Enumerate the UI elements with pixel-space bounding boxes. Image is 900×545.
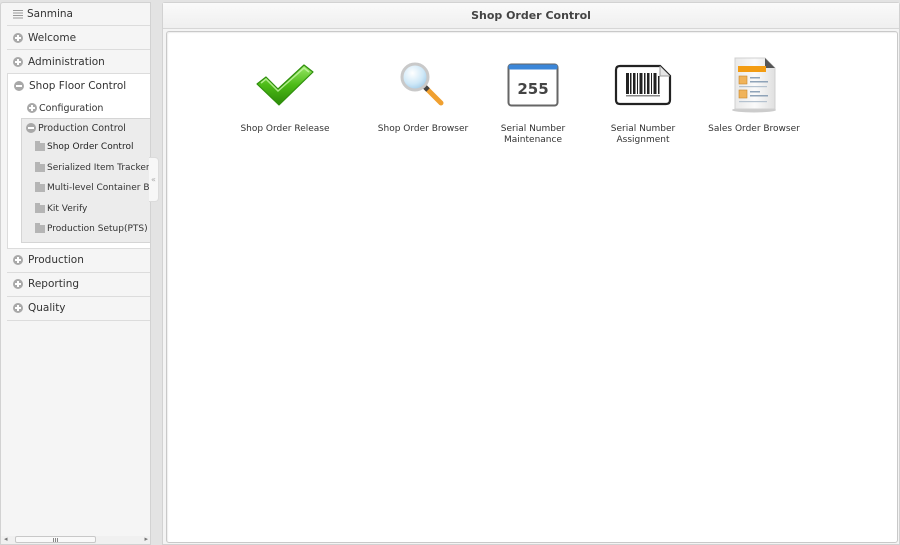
tile-serial-number-maintenance[interactable]: 255 Serial Number Maintenance xyxy=(478,54,588,146)
plus-circle-icon xyxy=(13,32,23,43)
sidebar-collapse-handle[interactable]: « xyxy=(149,157,159,202)
tile-label: Sales Order Browser xyxy=(708,124,800,134)
sidebar-leaf-label: Serialized Item Tracker xyxy=(47,162,150,173)
document-list-icon xyxy=(732,57,776,113)
plus-circle-icon xyxy=(13,255,23,265)
sidebar-horizontal-scrollbar[interactable]: ◂ ▸ xyxy=(1,535,150,544)
sidebar-item-production-control[interactable]: Production Control xyxy=(22,119,150,137)
tile-shop-order-release[interactable]: Shop Order Release xyxy=(230,54,340,135)
folder-icon xyxy=(35,182,45,193)
sidebar-leaf-label: Multi-level Container Browser xyxy=(47,183,150,194)
sidebar-item-label: Production Control xyxy=(38,122,126,134)
sidebar-leaf-shop-order-control[interactable]: Shop Order Control xyxy=(22,137,150,158)
sidebar-item-quality[interactable]: Quality xyxy=(7,297,150,321)
folder-icon xyxy=(35,202,45,213)
sidebar-item-reporting[interactable]: Reporting xyxy=(7,273,150,297)
scrollbar-thumb[interactable] xyxy=(15,536,96,543)
barcode-icon xyxy=(614,64,672,106)
sidebar-nav: Sanmina Welcome Administration Shop Floo… xyxy=(0,2,151,545)
panel-header: Shop Order Control xyxy=(163,3,899,29)
plus-circle-icon xyxy=(13,56,23,67)
sidebar-item-label: Production xyxy=(28,254,84,266)
main-panel: Shop Order Control Shop Order Release Sh… xyxy=(162,2,900,545)
scroll-right-icon[interactable]: ▸ xyxy=(144,535,148,543)
sidebar-leaf-multi-level-container-browser[interactable]: Multi-level Container Browser xyxy=(22,178,150,199)
minus-circle-icon xyxy=(14,81,24,91)
sidebar-item-administration[interactable]: Administration xyxy=(7,50,150,74)
sidebar-header-label: Sanmina xyxy=(27,8,73,20)
tile-label-line: Assignment xyxy=(616,135,670,145)
sidebar-item-label: Quality xyxy=(28,302,66,314)
folder-icon xyxy=(35,223,45,234)
tile-shop-order-browser[interactable]: Shop Order Browser xyxy=(368,54,478,135)
number-counter-icon: 255 xyxy=(507,63,559,107)
tile-label-line: Serial Number xyxy=(500,124,566,134)
tile-sales-order-browser[interactable]: Sales Order Browser xyxy=(699,54,809,135)
sidebar-item-label: Shop Floor Control xyxy=(29,80,127,92)
tile-area: Shop Order Release Shop Order Browser 25… xyxy=(166,31,898,543)
plus-circle-icon xyxy=(13,279,23,289)
green-checkmark-icon xyxy=(256,64,314,106)
page-title: Shop Order Control xyxy=(471,9,591,22)
sidebar-item-label: Configuration xyxy=(39,102,104,114)
sidebar-item-label: Administration xyxy=(28,55,105,68)
sidebar-leaf-production-setup-pts[interactable]: Production Setup(PTS) xyxy=(22,219,150,240)
grip-icon xyxy=(53,538,58,542)
sidebar-leaf-kit-verify[interactable]: Kit Verify xyxy=(22,199,150,220)
folder-icon xyxy=(35,161,45,172)
tile-label: Serial Number Maintenance xyxy=(478,124,588,146)
sidebar-group-production-control: Production Control Shop Order Control Se… xyxy=(21,118,150,243)
list-icon xyxy=(13,9,23,19)
plus-circle-icon xyxy=(13,303,23,313)
scroll-left-icon[interactable]: ◂ xyxy=(4,535,8,543)
sidebar-item-production[interactable]: Production xyxy=(7,249,150,273)
sidebar-item-welcome[interactable]: Welcome xyxy=(7,26,150,50)
sidebar-item-configuration[interactable]: Configuration xyxy=(8,98,150,118)
sidebar-header: Sanmina xyxy=(7,3,150,26)
tile-serial-number-assignment[interactable]: Serial Number Assignment xyxy=(588,54,698,146)
sidebar-item-label: Welcome xyxy=(28,31,77,44)
tile-label: Shop Order Release xyxy=(240,124,330,134)
magnifier-icon xyxy=(400,62,444,106)
plus-circle-icon xyxy=(27,103,37,113)
sidebar-leaf-serialized-item-tracker[interactable]: Serialized Item Tracker xyxy=(22,158,150,179)
sidebar-group-shop-floor-control: Shop Floor Control Configuration Product… xyxy=(7,74,150,249)
tile-label-line: Serial Number xyxy=(610,124,676,134)
sidebar-leaf-label: Shop Order Control xyxy=(47,142,134,153)
tile-label: Serial Number Assignment xyxy=(588,124,698,146)
sidebar-item-shop-floor-control[interactable]: Shop Floor Control xyxy=(8,74,150,98)
folder-icon xyxy=(35,141,45,152)
counter-value: 255 xyxy=(517,80,548,98)
sidebar-item-label: Reporting xyxy=(28,278,80,290)
double-chevron-left-icon: « xyxy=(151,175,156,184)
tile-label: Shop Order Browser xyxy=(377,124,469,134)
sidebar-leaf-label: Production Setup(PTS) xyxy=(47,224,148,235)
sidebar-leaf-label: Kit Verify xyxy=(47,203,88,214)
minus-circle-icon xyxy=(26,123,36,133)
tile-label-line: Maintenance xyxy=(504,135,562,145)
